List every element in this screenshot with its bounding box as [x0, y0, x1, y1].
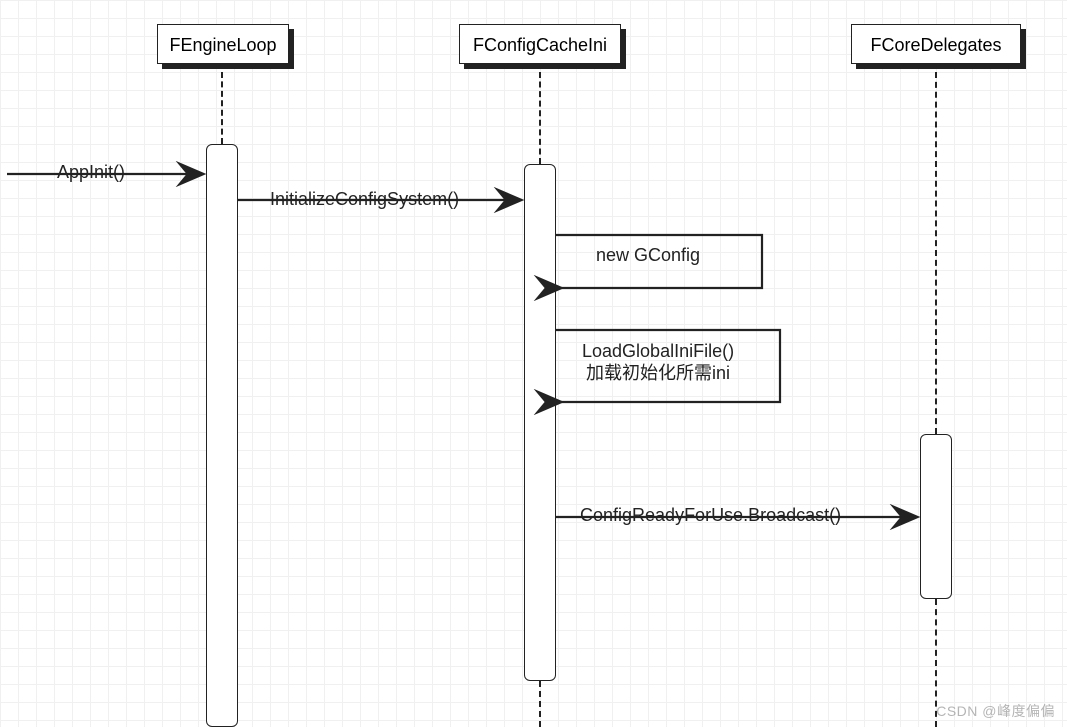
msg-loadglobalinifile-line2: 加载初始化所需ini	[582, 362, 734, 384]
activation-fcoredelegates	[920, 434, 952, 599]
activation-fconfigcacheini	[524, 164, 556, 681]
activation-fengineloop	[206, 144, 238, 727]
lifeline-fcoredelegates: FCoreDelegates	[851, 24, 1021, 64]
lifeline-fengineloop: FEngineLoop	[157, 24, 289, 64]
msg-appinit: AppInit()	[57, 162, 125, 183]
msg-loadglobalinifile-line1: LoadGlobalIniFile()	[582, 340, 734, 362]
lifeline-dash	[539, 72, 541, 164]
lifeline-fconfigcacheini: FConfigCacheIni	[459, 24, 621, 64]
msg-new-gconfig: new GConfig	[596, 245, 700, 266]
msg-initializeconfigsystem: InitializeConfigSystem()	[270, 189, 459, 210]
msg-configreadyforuse: ConfigReadyForUse.Broadcast()	[580, 505, 841, 526]
msg-loadglobalinifile: LoadGlobalIniFile() 加载初始化所需ini	[582, 340, 734, 384]
lifeline-dash	[539, 681, 541, 727]
sequence-diagram: FEngineLoop FConfigCacheIni FCoreDelegat…	[0, 0, 1067, 727]
watermark: CSDN @峰度偏偏	[936, 701, 1055, 721]
lifeline-dash	[221, 72, 223, 144]
lifeline-dash	[935, 72, 937, 434]
